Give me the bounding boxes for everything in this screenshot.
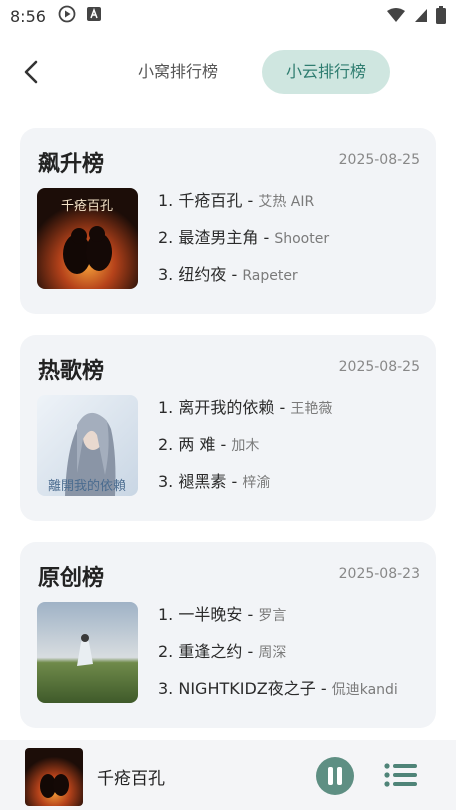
track-list: 1. 千疮百孔 - 艾热 AIR 2. 最渣男主角 - Shooter 3. 纽… (158, 188, 329, 299)
chart-card-soaring[interactable]: 飙升榜 2025-08-25 千疮百孔 1. 千疮百孔 - 艾热 AIR 2. … (20, 128, 436, 314)
app-notification-icon (86, 6, 102, 26)
play-circle-icon (58, 5, 76, 27)
track-list: 1. 离开我的依赖 - 王艳薇 2. 两 难 - 加木 3. 褪黑素 - 梓渝 (158, 395, 332, 506)
track-list: 1. 一半晚安 - 罗言 2. 重逢之约 - 周深 3. NIGHTKIDZ夜之… (158, 602, 398, 713)
chart-card-original[interactable]: 原创榜 2025-08-23 1. 一半晚安 - 罗言 2. 重逢之约 - 周深 (20, 542, 436, 728)
chart-title: 飙升榜 (38, 152, 105, 177)
playlist-button[interactable] (384, 762, 418, 788)
pause-button[interactable] (316, 757, 354, 795)
track-item[interactable]: 2. 两 难 - 加木 (158, 432, 332, 469)
tab-xiaowo-chart[interactable]: 小窝排行榜 (118, 50, 238, 94)
status-time: 8:56 (10, 6, 46, 26)
signal-icon (414, 7, 428, 27)
chart-cover-image: 千疮百孔 (37, 188, 138, 289)
chart-date: 2025-08-25 (338, 152, 420, 168)
track-item[interactable]: 1. 千疮百孔 - 艾热 AIR (158, 188, 329, 225)
track-item[interactable]: 3. 纽约夜 - Rapeter (158, 262, 329, 299)
battery-icon (436, 6, 446, 28)
wifi-icon (386, 7, 406, 27)
chart-card-hot[interactable]: 热歌榜 2025-08-25 離開我的依賴 1. 离开我的依赖 - 王艳薇 2.… (20, 335, 436, 521)
back-button[interactable] (18, 58, 46, 86)
track-item[interactable]: 2. 重逢之约 - 周深 (158, 639, 398, 676)
chart-cover-image: 離開我的依賴 (37, 395, 138, 496)
cover-title-text: 離開我的依賴 (48, 478, 126, 494)
chart-title: 热歌榜 (38, 359, 105, 384)
header: 小窝排行榜 小云排行榜 (0, 44, 456, 104)
track-item[interactable]: 3. NIGHTKIDZ夜之子 - 侃迪kandi (158, 676, 398, 713)
now-playing-title: 千疮百孔 (97, 769, 165, 789)
track-item[interactable]: 2. 最渣男主角 - Shooter (158, 225, 329, 262)
track-item[interactable]: 1. 一半晚安 - 罗言 (158, 602, 398, 639)
status-bar: 8:56 (0, 0, 456, 32)
tab-xiaoyun-chart[interactable]: 小云排行榜 (262, 50, 390, 94)
cover-title-text: 千疮百孔 (61, 199, 113, 214)
now-playing-cover[interactable] (25, 748, 83, 806)
track-item[interactable]: 3. 褪黑素 - 梓渝 (158, 469, 332, 506)
playlist-icon (384, 763, 417, 787)
track-item[interactable]: 1. 离开我的依赖 - 王艳薇 (158, 395, 332, 432)
chevron-left-icon (24, 60, 38, 84)
mini-player[interactable]: 千疮百孔 (0, 740, 456, 810)
chart-cover-image (37, 602, 138, 703)
chart-title: 原创榜 (38, 566, 105, 591)
chart-date: 2025-08-25 (338, 359, 420, 375)
chart-date: 2025-08-23 (338, 566, 420, 582)
